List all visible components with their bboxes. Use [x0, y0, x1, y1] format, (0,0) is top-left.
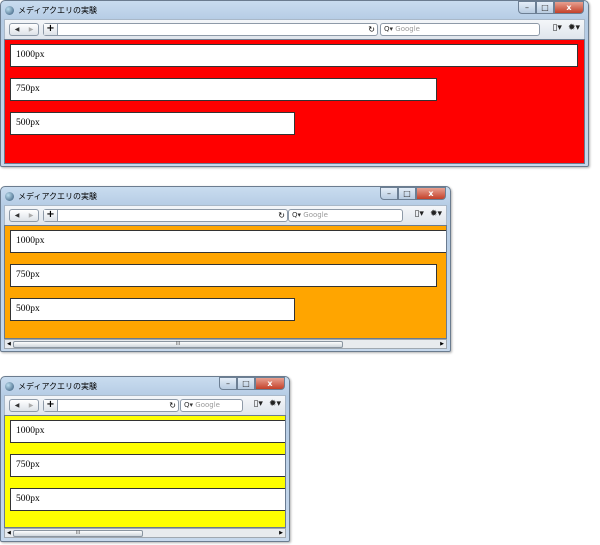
- window-controls: – □ x: [518, 1, 584, 14]
- maximize-button[interactable]: □: [237, 377, 255, 390]
- horizontal-scrollbar[interactable]: ◀ III ▶: [4, 339, 447, 349]
- box-750px: 750px: [10, 264, 437, 287]
- browser-globe-icon: [5, 381, 14, 391]
- search-icon: Q▾: [292, 211, 302, 219]
- close-button[interactable]: x: [255, 377, 285, 390]
- forward-button[interactable]: ▶: [29, 26, 34, 33]
- nav-buttons: ◀ ▶: [9, 399, 39, 412]
- toolbar-tools: ▯▾ ✹▾: [414, 209, 442, 219]
- search-placeholder: Google: [395, 25, 420, 33]
- back-button[interactable]: ◀: [15, 26, 20, 33]
- scroll-thumb[interactable]: III: [13, 341, 343, 348]
- box-750px: 750px: [10, 454, 285, 477]
- page-menu-icon[interactable]: ▯▾: [414, 209, 423, 219]
- window-title: メディアクエリの実験: [18, 381, 98, 391]
- forward-button[interactable]: ▶: [29, 212, 34, 219]
- maximize-button[interactable]: □: [398, 187, 416, 200]
- page-content: 1000px 750px 500px: [4, 39, 585, 164]
- back-button[interactable]: ◀: [15, 402, 20, 409]
- page-content: 1000px 750px 500px: [4, 225, 447, 339]
- toolbar: ◀ ▶ + ↻ Q▾ Google ▯▾ ✹▾: [4, 395, 286, 415]
- box-1000px: 1000px: [10, 230, 446, 253]
- reload-icon[interactable]: ↻: [169, 400, 176, 411]
- window-controls: – □ x: [380, 187, 446, 200]
- browser-globe-icon: [5, 5, 14, 15]
- gear-icon[interactable]: ✹▾: [430, 209, 442, 219]
- browser-window-medium: メディアクエリの実験 – □ x ◀ ▶ + ↻ Q▾ Google ▯▾ ✹▾ 1000…: [0, 186, 451, 352]
- box-1000px: 1000px: [10, 44, 578, 67]
- scroll-thumb[interactable]: III: [13, 530, 143, 537]
- window-title: メディアクエリの実験: [18, 5, 98, 15]
- close-button[interactable]: x: [416, 187, 446, 200]
- nav-buttons: ◀ ▶: [9, 23, 39, 36]
- search-icon: Q▾: [184, 401, 194, 409]
- minimize-button[interactable]: –: [380, 187, 398, 200]
- title-bar: メディアクエリの実験: [5, 379, 97, 393]
- page-content: 1000px 750px 500px: [4, 415, 286, 528]
- box-1000px: 1000px: [10, 420, 285, 443]
- reload-icon[interactable]: ↻: [278, 210, 285, 221]
- toolbar: ◀ ▶ + ↻ Q▾ Google ▯▾ ✹▾: [4, 205, 447, 225]
- address-bar[interactable]: + ↻: [43, 209, 288, 222]
- search-input[interactable]: Q▾ Google: [380, 23, 540, 36]
- search-placeholder: Google: [195, 401, 220, 409]
- box-500px: 500px: [10, 488, 285, 511]
- window-title: メディアクエリの実験: [18, 191, 98, 201]
- reload-icon[interactable]: ↻: [368, 24, 375, 35]
- box-750px: 750px: [10, 78, 437, 101]
- address-bar[interactable]: + ↻: [43, 23, 378, 36]
- new-tab-button[interactable]: +: [44, 24, 58, 35]
- nav-buttons: ◀ ▶: [9, 209, 39, 222]
- box-500px: 500px: [10, 298, 295, 321]
- new-tab-button[interactable]: +: [44, 400, 58, 411]
- browser-window-narrow: メディアクエリの実験 – □ x ◀ ▶ + ↻ Q▾ Google ▯▾ ✹▾ 1000…: [0, 376, 290, 542]
- search-input[interactable]: Q▾ Google: [288, 209, 403, 222]
- search-icon: Q▾: [384, 25, 394, 33]
- address-bar[interactable]: + ↻: [43, 399, 179, 412]
- browser-globe-icon: [5, 191, 14, 201]
- toolbar-tools: ▯▾ ✹▾: [552, 23, 580, 33]
- scroll-left-icon[interactable]: ◀: [7, 340, 11, 348]
- toolbar-tools: ▯▾ ✹▾: [253, 399, 281, 409]
- horizontal-scrollbar[interactable]: ◀ III ▶: [4, 528, 286, 538]
- title-bar: メディアクエリの実験: [5, 3, 97, 17]
- minimize-button[interactable]: –: [518, 1, 536, 14]
- page-menu-icon[interactable]: ▯▾: [552, 23, 561, 33]
- gear-icon[interactable]: ✹▾: [568, 23, 580, 33]
- title-bar: メディアクエリの実験: [5, 189, 97, 203]
- gear-icon[interactable]: ✹▾: [269, 399, 281, 409]
- page-menu-icon[interactable]: ▯▾: [253, 399, 262, 409]
- minimize-button[interactable]: –: [219, 377, 237, 390]
- back-button[interactable]: ◀: [15, 212, 20, 219]
- new-tab-button[interactable]: +: [44, 210, 58, 221]
- close-button[interactable]: x: [554, 1, 584, 14]
- scroll-left-icon[interactable]: ◀: [7, 529, 11, 537]
- maximize-button[interactable]: □: [536, 1, 554, 14]
- search-input[interactable]: Q▾ Google: [180, 399, 243, 412]
- scroll-right-icon[interactable]: ▶: [440, 340, 444, 348]
- scroll-right-icon[interactable]: ▶: [279, 529, 283, 537]
- toolbar: ◀ ▶ + ↻ Q▾ Google ▯▾ ✹▾: [4, 19, 585, 39]
- box-500px: 500px: [10, 112, 295, 135]
- window-controls: – □ x: [219, 377, 285, 390]
- browser-window-wide: メディアクエリの実験 – □ x ◀ ▶ + ↻ Q▾ Google ▯▾ ✹▾ 1000…: [0, 0, 589, 167]
- forward-button[interactable]: ▶: [29, 402, 34, 409]
- search-placeholder: Google: [303, 211, 328, 219]
